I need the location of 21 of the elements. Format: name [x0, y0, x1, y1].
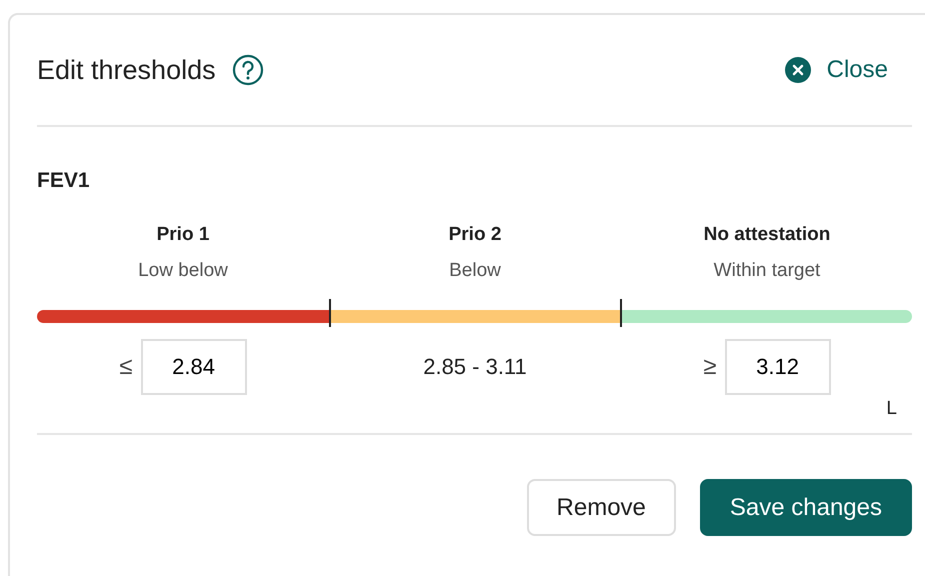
- threshold-input[interactable]: 3.12: [724, 338, 831, 394]
- comparison-symbol: ≥: [703, 352, 717, 382]
- zone-label: Prio 1: [156, 222, 210, 246]
- threshold-input[interactable]: 2.84: [140, 338, 247, 394]
- save-button[interactable]: Save changes: [700, 479, 912, 536]
- zone-sublabel: Below: [449, 259, 501, 283]
- zone-sublabel: Low below: [138, 259, 228, 283]
- range-text: 2.85 - 3.11: [423, 353, 527, 381]
- zone-label: Prio 2: [448, 222, 502, 246]
- close-icon: [784, 57, 811, 83]
- zone-divider: [328, 298, 331, 326]
- zone-divider: [620, 298, 622, 326]
- comparison-symbol: ≤: [119, 352, 133, 382]
- unit-label: L: [886, 398, 897, 418]
- zone-sublabel: Within target: [714, 259, 820, 283]
- metric-name: FEV1: [37, 168, 91, 194]
- zone-label: No attestation: [704, 222, 830, 246]
- dialog-title: Edit thresholds: [37, 54, 216, 87]
- remove-button[interactable]: Remove: [526, 479, 676, 536]
- close-link[interactable]: Close: [784, 52, 888, 88]
- help-icon[interactable]: [232, 54, 264, 86]
